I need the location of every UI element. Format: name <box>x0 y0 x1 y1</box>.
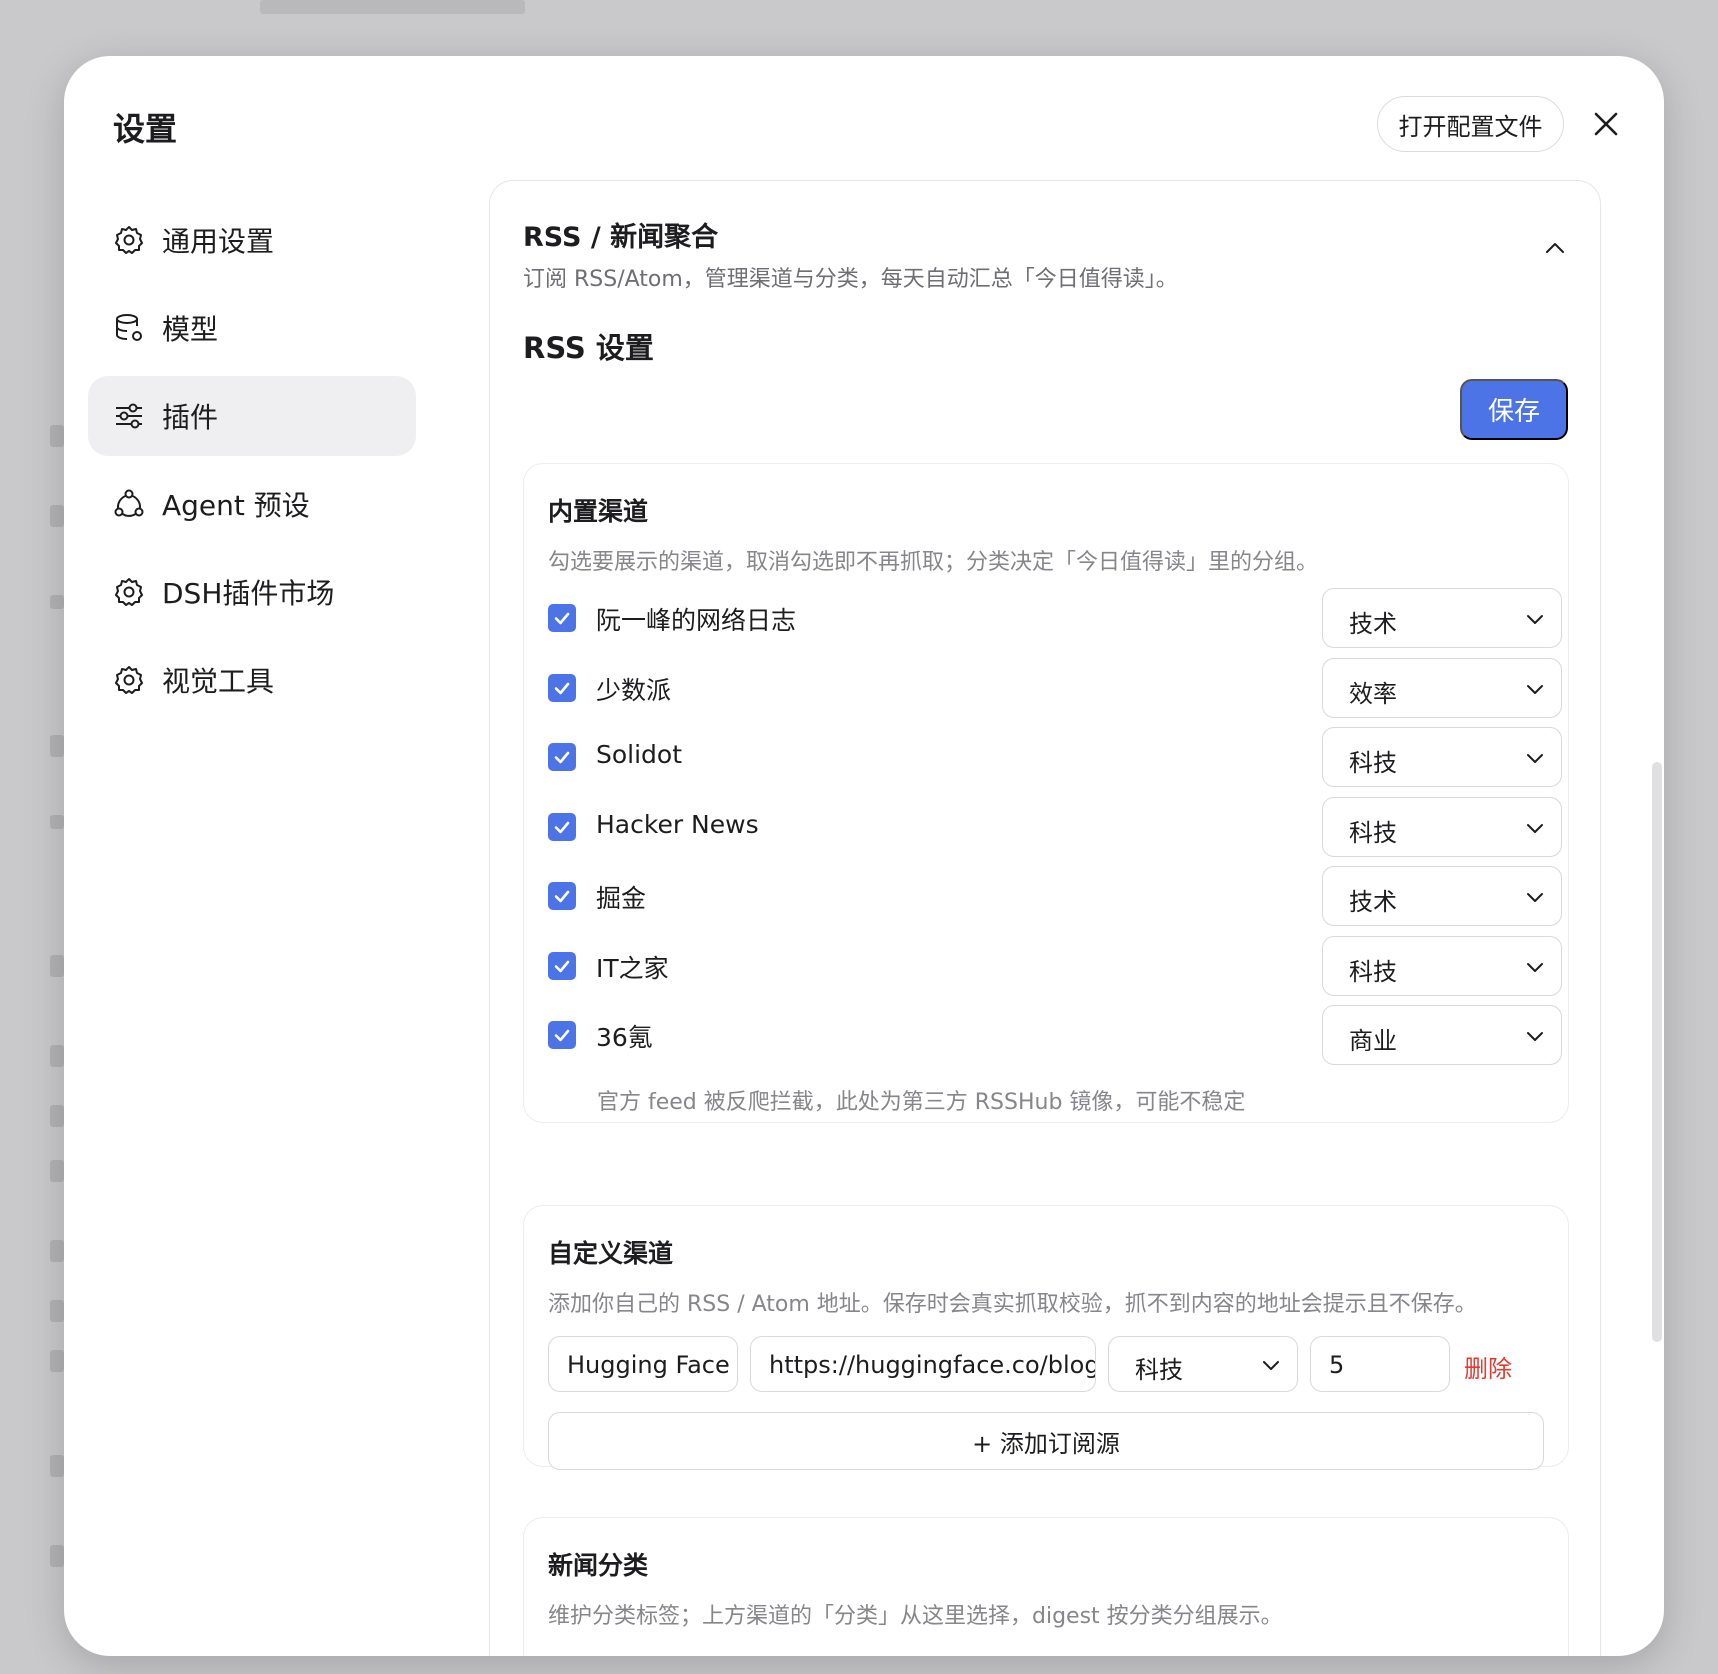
channel-checkbox[interactable] <box>548 604 576 632</box>
modal-title: 设置 <box>113 110 178 148</box>
channel-checkbox[interactable] <box>548 743 576 771</box>
channel-name: 36氪 <box>596 1023 653 1052</box>
custom-channels-title: 自定义渠道 <box>548 1239 674 1268</box>
sidebar-item-label: Agent 预设 <box>162 489 310 522</box>
sidebar-item-vision-tools[interactable]: 视觉工具 <box>88 640 416 720</box>
check-icon <box>554 890 570 903</box>
sidebar-item-label: DSH插件市场 <box>162 577 335 610</box>
rss-settings-heading: RSS 设置 <box>523 331 654 365</box>
sidebar-item-general[interactable]: 通用设置 <box>88 200 416 280</box>
sidebar-item-models[interactable]: 模型 <box>88 288 416 368</box>
plugin-description: 订阅 RSS/Atom，管理渠道与分类，每天自动汇总「今日值得读」。 <box>523 267 1178 292</box>
custom-limit-input[interactable]: 5 <box>1310 1336 1450 1392</box>
database-gear-icon <box>112 311 146 345</box>
sliders-icon <box>112 399 146 433</box>
chevron-down-icon <box>1527 685 1543 694</box>
channel-category-select[interactable]: 技术 <box>1322 588 1562 648</box>
check-icon <box>554 960 570 973</box>
chevron-down-icon <box>1527 963 1543 972</box>
background-app-header <box>110 0 1510 20</box>
open-config-button[interactable]: 打开配置文件 <box>1377 96 1564 152</box>
chevron-down-icon <box>1527 1032 1543 1041</box>
channel-checkbox[interactable] <box>548 813 576 841</box>
channel-checkbox[interactable] <box>548 1021 576 1049</box>
custom-name-input[interactable]: Hugging Face <box>548 1336 738 1392</box>
channel-row: 阮一峰的网络日志 技术 <box>548 588 1562 648</box>
chevron-down-icon <box>1527 615 1543 624</box>
close-icon <box>1594 112 1618 136</box>
delete-button[interactable]: 删除 <box>1464 1349 1512 1384</box>
channel-category-select[interactable]: 科技 <box>1322 727 1562 787</box>
channel-checkbox[interactable] <box>548 882 576 910</box>
panel-scrollbar[interactable] <box>1652 762 1662 1342</box>
channel-row: IT之家 科技 <box>548 936 1562 996</box>
channel-category-select[interactable]: 技术 <box>1322 866 1562 926</box>
agent-icon <box>112 487 146 521</box>
channel-name: 少数派 <box>596 676 672 705</box>
channel-row: 掘金 技术 <box>548 866 1562 926</box>
check-icon <box>554 612 570 625</box>
check-icon <box>554 682 570 695</box>
channel-category-select[interactable]: 商业 <box>1322 1005 1562 1065</box>
gear-icon <box>112 663 146 697</box>
channel-checkbox[interactable] <box>548 674 576 702</box>
channel-row: 少数派 效率 <box>548 658 1562 718</box>
custom-category-select[interactable]: 科技 <box>1108 1336 1298 1392</box>
sidebar-item-label: 模型 <box>162 313 219 346</box>
check-icon <box>554 1029 570 1042</box>
collapse-chevron-up-icon[interactable] <box>1540 233 1570 263</box>
chevron-down-icon <box>1263 1361 1279 1370</box>
news-categories-description: 维护分类标签；上方渠道的「分类」从这里选择，digest 按分类分组展示。 <box>548 1604 1283 1629</box>
channel-name: 阮一峰的网络日志 <box>596 606 797 635</box>
sidebar-item-agent-presets[interactable]: Agent 预设 <box>88 464 416 544</box>
news-categories-title: 新闻分类 <box>548 1551 649 1580</box>
chevron-down-icon <box>1527 824 1543 833</box>
save-button[interactable]: 保存 <box>1460 379 1568 440</box>
channel-row: 36氪 商业 <box>548 1005 1562 1065</box>
plugin-panel: RSS / 新闻聚合 订阅 RSS/Atom，管理渠道与分类，每天自动汇总「今日… <box>489 180 1601 1656</box>
sidebar-item-label: 视觉工具 <box>162 665 275 698</box>
custom-channels-description: 添加你自己的 RSS / Atom 地址。保存时会真实抓取校验，抓不到内容的地址… <box>548 1292 1477 1317</box>
channel-row: Hacker News 科技 <box>548 797 1562 857</box>
builtin-channels-description: 勾选要展示的渠道，取消勾选即不再抓取；分类决定「今日值得读」里的分组。 <box>548 550 1319 575</box>
plugin-title: RSS / 新闻聚合 <box>523 222 719 253</box>
channel-name: IT之家 <box>596 954 669 983</box>
channel-name: Solidot <box>596 740 683 769</box>
channel-category-select[interactable]: 科技 <box>1322 936 1562 996</box>
channel-name: Hacker News <box>596 810 759 839</box>
channel-row: Solidot 科技 <box>548 727 1562 787</box>
custom-channels-card: 自定义渠道 添加你自己的 RSS / Atom 地址。保存时会真实抓取校验，抓不… <box>523 1205 1569 1470</box>
check-icon <box>554 751 570 764</box>
chevron-down-icon <box>1527 754 1543 763</box>
channel-name: 掘金 <box>596 884 647 913</box>
sidebar-item-label: 插件 <box>162 401 219 434</box>
add-feed-button[interactable]: + 添加订阅源 <box>548 1412 1544 1470</box>
builtin-channels-title: 内置渠道 <box>548 497 649 526</box>
news-categories-card: 新闻分类 维护分类标签；上方渠道的「分类」从这里选择，digest 按分类分组展… <box>523 1517 1569 1656</box>
sidebar-item-plugins[interactable]: 插件 <box>88 376 416 456</box>
sidebar-item-label: 通用设置 <box>162 225 275 258</box>
settings-modal: 设置 打开配置文件 通用设置 模型 插件 Agent 预设 DSH插件市场 视觉… <box>64 56 1664 1656</box>
channel-category-select[interactable]: 科技 <box>1322 797 1562 857</box>
chevron-down-icon <box>1527 893 1543 902</box>
check-icon <box>554 821 570 834</box>
close-button[interactable] <box>1584 102 1628 146</box>
channel-checkbox[interactable] <box>548 952 576 980</box>
settings-sidebar: 通用设置 模型 插件 Agent 预设 DSH插件市场 视觉工具 <box>88 200 416 728</box>
gear-icon <box>112 575 146 609</box>
builtin-channels-card: 内置渠道 勾选要展示的渠道，取消勾选即不再抓取；分类决定「今日值得读」里的分组。… <box>523 463 1569 1123</box>
sidebar-item-plugin-market[interactable]: DSH插件市场 <box>88 552 416 632</box>
custom-url-input[interactable]: https://huggingface.co/blog/feed.xml <box>750 1336 1096 1392</box>
channel-category-select[interactable]: 效率 <box>1322 658 1562 718</box>
channel-note: 官方 feed 被反爬拦截，此处为第三方 RSSHub 镜像，可能不稳定 <box>597 1090 1246 1115</box>
gear-icon <box>112 223 146 257</box>
